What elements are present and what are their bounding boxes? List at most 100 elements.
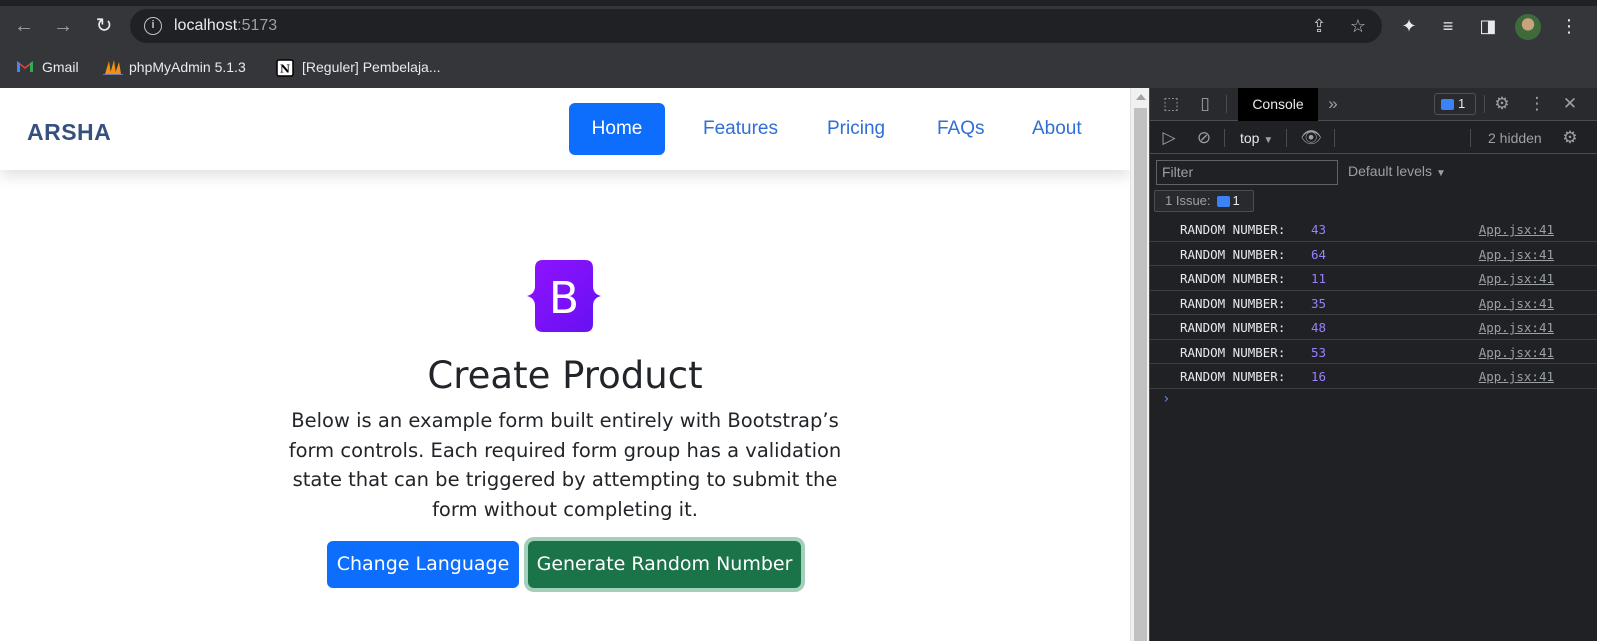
context-selector[interactable]: top ▼ — [1240, 130, 1273, 146]
log-source-link[interactable]: App.jsx:41 — [1479, 222, 1554, 237]
tab-console[interactable]: Console — [1238, 88, 1318, 121]
chevron-down-icon: ▼ — [1435, 168, 1446, 179]
devtools-panel: ⬚ ▯ Console » 1 ⚙ ⋮ ✕ ▷ ⊘ top ▼ 👁 2 hidd… — [1149, 88, 1597, 641]
back-icon[interactable]: ← — [12, 14, 36, 38]
log-label: RANDOM NUMBER: — [1180, 369, 1286, 384]
side-panel-icon[interactable]: ◨ — [1475, 13, 1501, 39]
issues-link[interactable]: 1 Issue: 1 — [1154, 190, 1254, 212]
site-navbar: ARSHA Home Features Pricing FAQs About — [0, 88, 1130, 170]
sidebar-toggle-icon[interactable]: ▷ — [1158, 128, 1180, 148]
address-bar[interactable]: i localhost:5173 ⇪ ☆ — [130, 9, 1382, 43]
divider — [1226, 95, 1227, 113]
console-log-list: RANDOM NUMBER: 43 App.jsx:41 RANDOM NUMB… — [1150, 217, 1597, 389]
console-filter-input[interactable]: Filter — [1156, 160, 1338, 185]
close-devtools-icon[interactable]: ✕ — [1559, 94, 1581, 114]
divider — [1470, 129, 1471, 147]
log-source-link[interactable]: App.jsx:41 — [1479, 247, 1554, 262]
bookmark-label: phpMyAdmin 5.1.3 — [129, 59, 246, 75]
browser-toolbar: ← → ↻ i localhost:5173 ⇪ ☆ ✦ ≡ ◨ ⋮ — [0, 6, 1597, 46]
log-levels-dropdown[interactable]: Default levels ▼ — [1348, 163, 1446, 179]
brand-logo[interactable]: ARSHA — [27, 119, 111, 146]
url-port: :5173 — [237, 17, 278, 34]
logo-letter: B — [549, 273, 579, 324]
console-toolbar: ▷ ⊘ top ▼ 👁 2 hidden ⚙ — [1150, 121, 1597, 154]
gmail-icon — [16, 59, 34, 75]
page-lead: Below is an example form built entirely … — [288, 409, 842, 521]
divider — [1224, 129, 1225, 147]
generate-random-number-button[interactable]: Generate Random Number — [528, 541, 801, 588]
nav-features[interactable]: Features — [703, 118, 778, 140]
log-source-link[interactable]: App.jsx:41 — [1479, 271, 1554, 286]
console-settings-gear-icon[interactable]: ⚙ — [1559, 128, 1581, 148]
log-source-link[interactable]: App.jsx:41 — [1479, 345, 1554, 360]
devtools-tabbar: ⬚ ▯ Console » 1 ⚙ ⋮ ✕ — [1150, 88, 1597, 121]
log-label: RANDOM NUMBER: — [1180, 271, 1286, 286]
browser-chrome: ← → ↻ i localhost:5173 ⇪ ☆ ✦ ≡ ◨ ⋮ Gmail… — [0, 0, 1597, 88]
issues-label: 1 Issue: — [1165, 193, 1211, 208]
clear-console-icon[interactable]: ⊘ — [1193, 128, 1215, 148]
nav-pricing[interactable]: Pricing — [827, 118, 885, 140]
nav-about[interactable]: About — [1032, 118, 1082, 140]
log-source-link[interactable]: App.jsx:41 — [1479, 369, 1554, 384]
log-label: RANDOM NUMBER: — [1180, 295, 1286, 311]
site-info-icon[interactable]: i — [144, 17, 162, 35]
inspect-element-icon[interactable]: ⬚ — [1160, 94, 1182, 114]
log-value: 11 — [1311, 271, 1327, 286]
log-levels-label: Default levels — [1348, 163, 1433, 179]
reload-icon[interactable]: ↻ — [92, 14, 116, 38]
forward-icon[interactable]: → — [51, 14, 75, 38]
device-toolbar-icon[interactable]: ▯ — [1194, 94, 1216, 114]
notion-icon: N — [276, 59, 294, 77]
console-log-row: RANDOM NUMBER: 35 App.jsx:41 — [1150, 291, 1597, 315]
message-icon — [1216, 196, 1230, 208]
message-icon — [1441, 99, 1454, 111]
bookmark-label: Gmail — [42, 59, 79, 75]
log-label: RANDOM NUMBER: — [1180, 320, 1286, 335]
page-title: Create Product — [427, 354, 703, 397]
settings-gear-icon[interactable]: ⚙ — [1491, 94, 1513, 114]
issues-badge-count: 1 — [1458, 96, 1466, 111]
issues-badge[interactable]: 1 — [1434, 93, 1476, 115]
svg-text:N: N — [280, 63, 290, 76]
share-icon[interactable]: ⇪ — [1308, 15, 1330, 37]
bookmark-gmail[interactable]: Gmail — [16, 56, 79, 78]
page-scrollbar[interactable] — [1130, 88, 1149, 641]
log-value: 53 — [1311, 344, 1327, 360]
nav-faqs[interactable]: FAQs — [937, 118, 985, 140]
log-value: 64 — [1311, 246, 1327, 262]
hidden-count: 2 hidden — [1488, 130, 1542, 146]
log-source-link[interactable]: App.jsx:41 — [1479, 296, 1554, 311]
divider — [1334, 129, 1335, 147]
log-label: RANDOM NUMBER: — [1180, 222, 1286, 237]
more-tabs-icon[interactable]: » — [1322, 94, 1344, 114]
profile-avatar[interactable] — [1515, 14, 1541, 40]
web-page: ARSHA Home Features Pricing FAQs About B… — [0, 88, 1130, 641]
scroll-up-arrow-icon[interactable] — [1136, 94, 1146, 100]
bootstrap-logo: B — [519, 260, 609, 332]
scroll-thumb[interactable] — [1134, 108, 1147, 641]
chevron-down-icon: ▼ — [1263, 135, 1274, 146]
phpmyadmin-icon — [103, 59, 123, 75]
bookmark-notion[interactable]: N [Reguler] Pembelaja... — [276, 56, 441, 78]
extensions-icon[interactable]: ✦ — [1396, 13, 1422, 39]
change-language-button[interactable]: Change Language — [327, 541, 519, 588]
log-label: RANDOM NUMBER: — [1180, 246, 1286, 262]
url-text[interactable]: localhost:5173 — [174, 17, 277, 35]
console-log-row: RANDOM NUMBER: 16 App.jsx:41 — [1150, 364, 1597, 389]
log-source-link[interactable]: App.jsx:41 — [1479, 320, 1554, 335]
more-options-icon[interactable]: ⋮ — [1526, 94, 1548, 114]
url-host: localhost — [174, 17, 238, 34]
chrome-menu-icon[interactable]: ⋮ — [1556, 13, 1582, 39]
star-icon[interactable]: ☆ — [1347, 15, 1369, 37]
live-expression-eye-icon[interactable]: 👁 — [1300, 128, 1322, 148]
nav-home[interactable]: Home — [569, 103, 665, 155]
bookmark-label: [Reguler] Pembelaja... — [302, 59, 441, 75]
bookmark-phpmyadmin[interactable]: phpMyAdmin 5.1.3 — [103, 56, 246, 78]
console-prompt-icon[interactable]: › — [1162, 391, 1170, 407]
console-log-row: RANDOM NUMBER: 43 App.jsx:41 — [1150, 217, 1597, 242]
issues-count: 1 — [1232, 193, 1240, 208]
divider — [1286, 129, 1287, 147]
bookmarks-bar: Gmail phpMyAdmin 5.1.3 N [Reguler] Pembe… — [0, 46, 1597, 88]
log-value: 35 — [1311, 295, 1327, 311]
media-queue-icon[interactable]: ≡ — [1435, 13, 1461, 39]
